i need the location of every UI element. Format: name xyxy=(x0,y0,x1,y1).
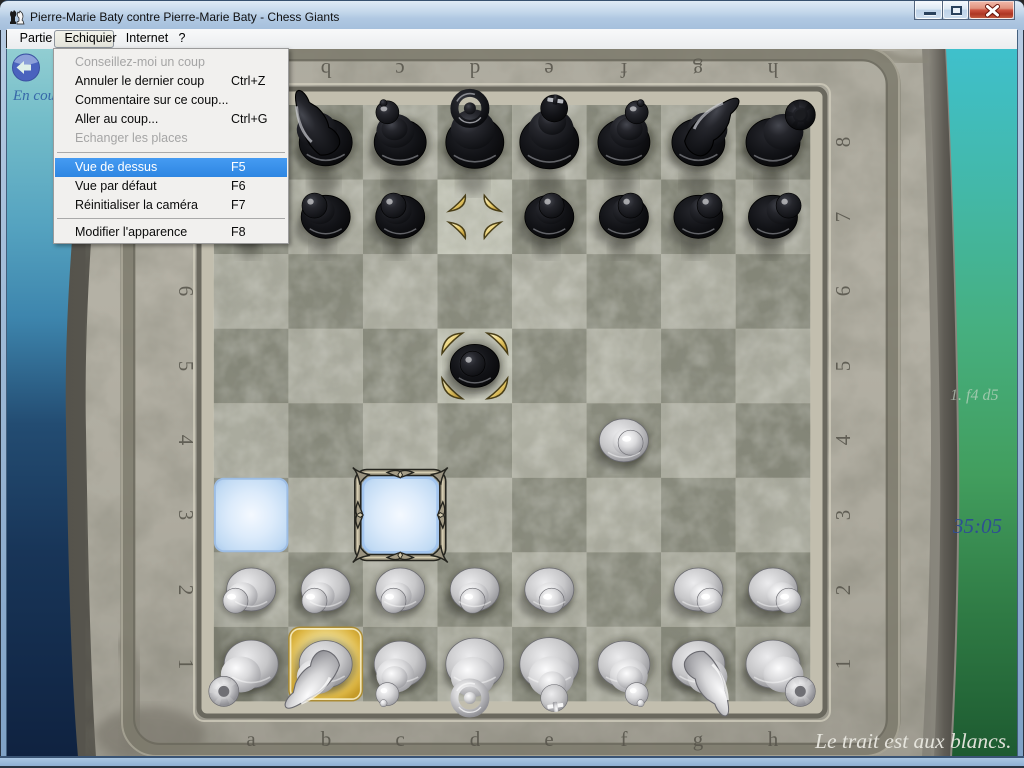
svg-text:Le trait est aux blancs.: Le trait est aux blancs. xyxy=(814,729,1011,753)
svg-text:d: d xyxy=(470,727,481,751)
svg-text:6: 6 xyxy=(831,286,855,297)
svg-text:4: 4 xyxy=(831,434,855,445)
svg-text:e: e xyxy=(544,727,553,751)
svg-text:6: 6 xyxy=(174,286,198,297)
svg-text:d: d xyxy=(469,58,480,82)
svg-text:f: f xyxy=(621,727,628,751)
svg-text:3: 3 xyxy=(174,510,198,521)
svg-text:7: 7 xyxy=(831,212,855,223)
svg-text:b: b xyxy=(321,58,332,82)
svg-text:g: g xyxy=(693,727,704,751)
svg-text:e: e xyxy=(544,58,553,82)
svg-text:5: 5 xyxy=(831,361,855,372)
svg-text:8: 8 xyxy=(831,137,855,148)
svg-text:4: 4 xyxy=(174,435,198,446)
svg-text:b: b xyxy=(321,727,332,751)
svg-text:35:05: 35:05 xyxy=(952,514,1002,538)
svg-text:1: 1 xyxy=(831,659,855,670)
svg-text:f: f xyxy=(621,58,628,82)
svg-text:g: g xyxy=(692,58,703,82)
svg-text:a: a xyxy=(246,727,256,751)
svg-text:h: h xyxy=(767,58,778,82)
svg-text:3: 3 xyxy=(831,510,855,521)
svg-text:c: c xyxy=(395,58,404,82)
svg-text:c: c xyxy=(395,727,404,751)
svg-text:h: h xyxy=(768,727,779,751)
svg-text:5: 5 xyxy=(174,361,198,372)
svg-text:1. f4 d5: 1. f4 d5 xyxy=(950,387,998,404)
svg-text:2: 2 xyxy=(174,585,198,596)
svg-text:2: 2 xyxy=(831,585,855,596)
svg-text:1: 1 xyxy=(174,659,198,670)
